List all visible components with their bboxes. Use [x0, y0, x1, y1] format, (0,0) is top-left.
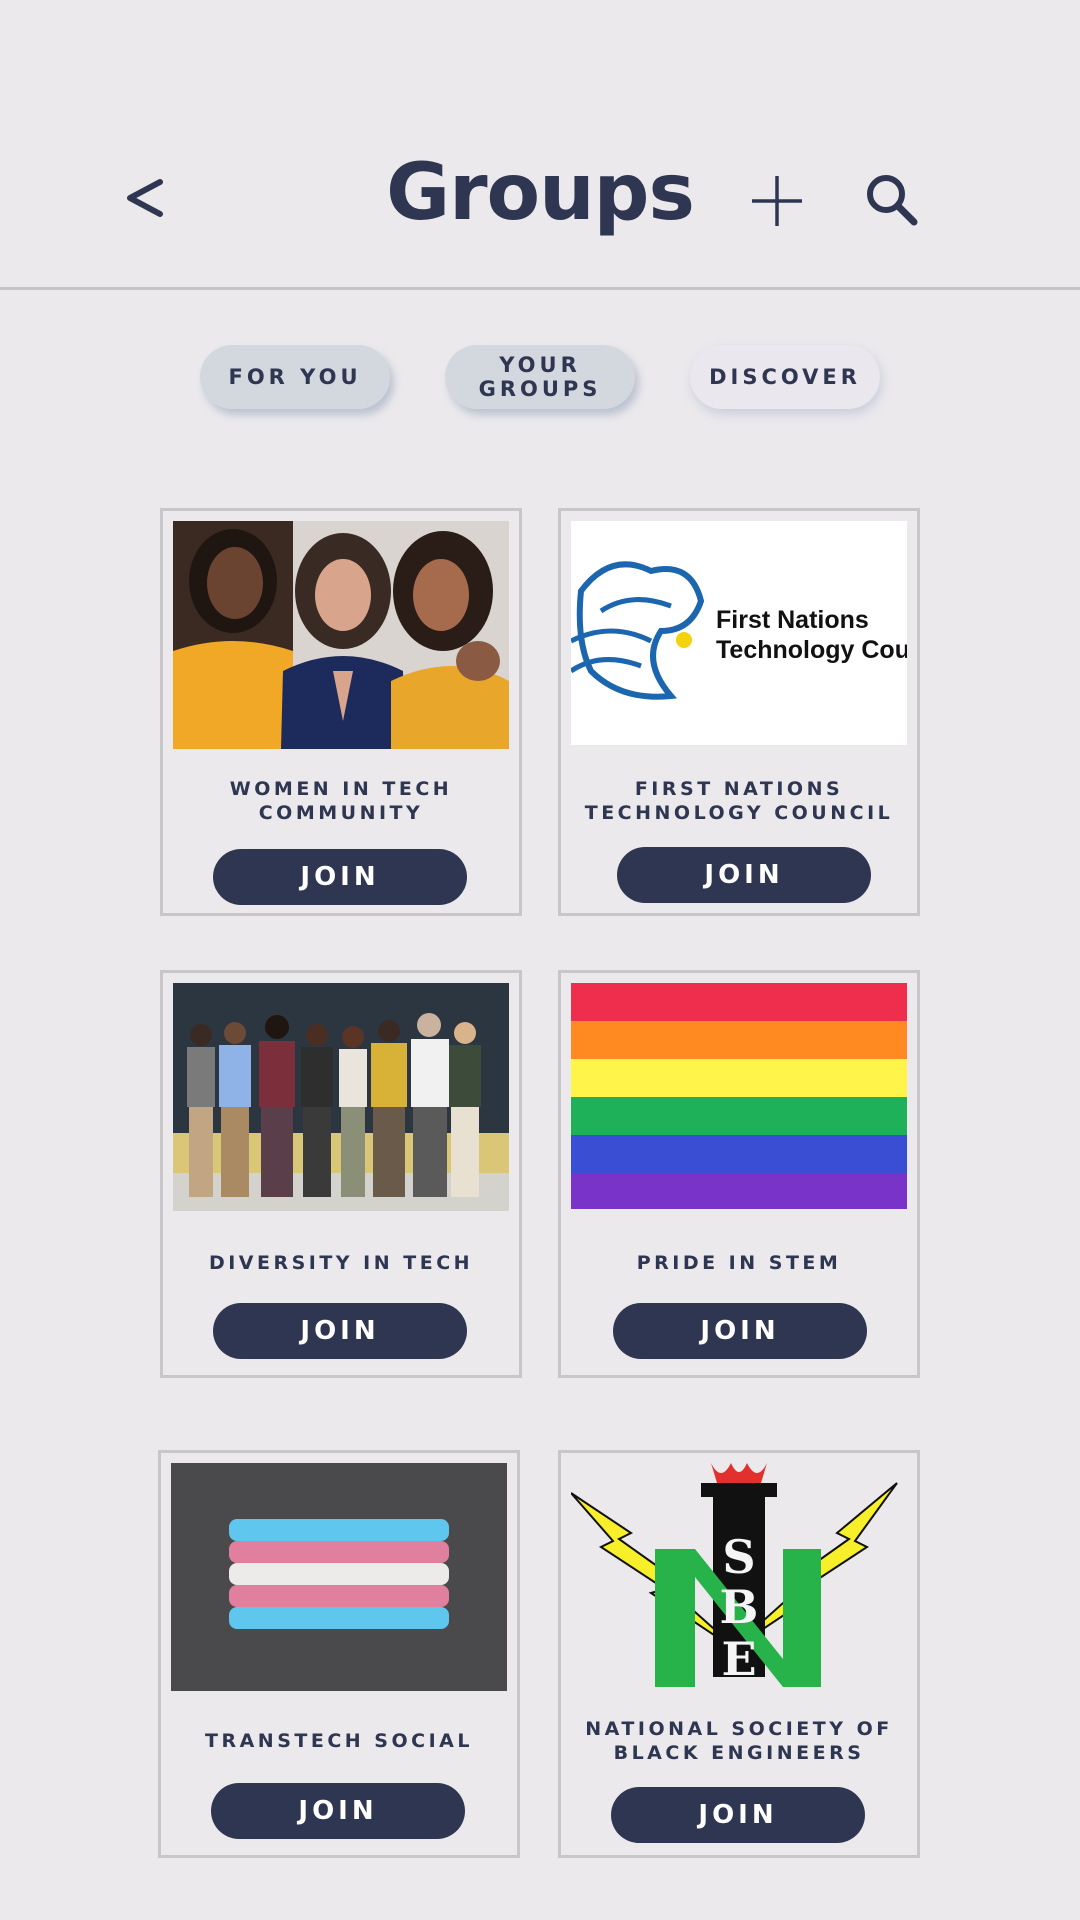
- group-card-women-in-tech[interactable]: WOMEN IN TECH COMMUNITY JOIN: [160, 508, 522, 916]
- join-button[interactable]: JOIN: [613, 1303, 867, 1359]
- group-card-diversity-in-tech[interactable]: DIVERSITY IN TECH JOIN: [160, 970, 522, 1378]
- group-card-transtech-social[interactable]: TRANSTECH SOCIAL JOIN: [158, 1450, 520, 1858]
- trans-flag-chalk-image: [171, 1463, 507, 1691]
- group-tabs: FOR YOU YOUR GROUPS DISCOVER: [0, 345, 1080, 411]
- tab-for-you[interactable]: FOR YOU: [200, 345, 390, 409]
- group-name: PRIDE IN STEM: [636, 1252, 842, 1274]
- join-button[interactable]: JOIN: [617, 847, 871, 903]
- first-nations-logo: First Nations Technology Cou: [571, 521, 907, 745]
- group-name: TRANSTECH SOCIAL: [205, 1730, 473, 1752]
- nsbe-letter-b: B: [720, 1580, 759, 1634]
- diversity-in-tech-photo: [173, 983, 509, 1211]
- pride-flag-image: [571, 983, 907, 1209]
- plus-icon[interactable]: [748, 172, 806, 230]
- group-name: WOMEN IN TECH COMMUNITY: [229, 778, 453, 824]
- join-button[interactable]: JOIN: [213, 849, 467, 905]
- nsbe-letter-e: E: [721, 1632, 756, 1686]
- nsbe-logo: S B E: [571, 1463, 907, 1691]
- group-name: FIRST NATIONS TECHNOLOGY COUNCIL: [584, 778, 894, 824]
- group-name: DIVERSITY IN TECH: [208, 1252, 474, 1274]
- app-header: Groups: [0, 0, 1080, 290]
- first-nations-logo-text-2: Technology Cou: [716, 636, 907, 664]
- tab-discover[interactable]: DISCOVER: [690, 345, 880, 409]
- join-button[interactable]: JOIN: [211, 1783, 465, 1839]
- first-nations-logo-text-1: First Nations: [716, 606, 869, 634]
- search-icon[interactable]: [862, 170, 920, 228]
- nsbe-letter-s: S: [722, 1530, 755, 1584]
- group-card-pride-in-stem[interactable]: PRIDE IN STEM JOIN: [558, 970, 920, 1378]
- women-in-tech-photo: [173, 521, 509, 749]
- group-name: NATIONAL SOCIETY OF BLACK ENGINEERS: [585, 1718, 893, 1764]
- join-button[interactable]: JOIN: [213, 1303, 467, 1359]
- group-card-nsbe[interactable]: S B E NATIONAL SOCIETY OF BLACK ENGINEER…: [558, 1450, 920, 1858]
- group-card-first-nations[interactable]: First Nations Technology Cou FIRST NATIO…: [558, 508, 920, 916]
- tab-your-groups[interactable]: YOUR GROUPS: [445, 345, 635, 409]
- join-button[interactable]: JOIN: [611, 1787, 865, 1843]
